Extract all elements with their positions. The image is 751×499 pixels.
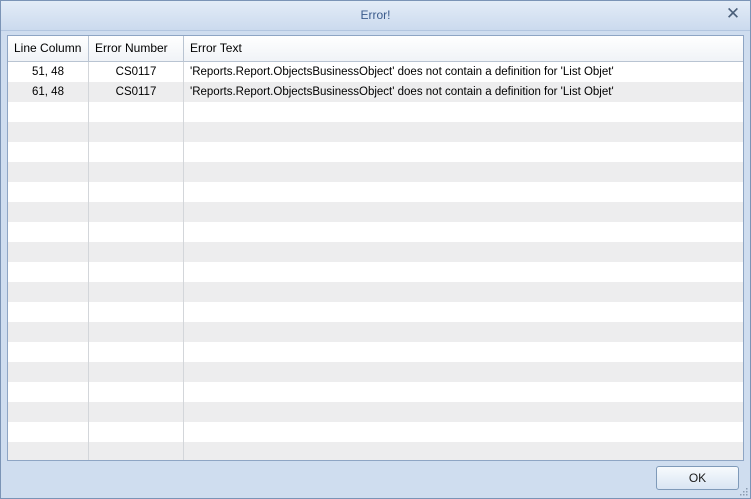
cell-error-text <box>184 262 743 282</box>
table-row[interactable] <box>8 162 743 182</box>
table-row[interactable] <box>8 362 743 382</box>
table-row[interactable] <box>8 242 743 262</box>
table-row[interactable]: 51, 48 CS0117 'Reports.Report.ObjectsBusin… <box>8 62 743 82</box>
cell-error-text <box>184 302 743 322</box>
table-row[interactable] <box>8 102 743 122</box>
cell-line-column <box>8 222 89 242</box>
cell-error-number <box>89 302 184 322</box>
table-row[interactable] <box>8 182 743 202</box>
cell-line-column <box>8 342 89 362</box>
cell-error-number <box>89 262 184 282</box>
cell-error-text: 'Reports.Report.ObjectsBusinessObject' d… <box>190 86 614 98</box>
cell-error-text <box>184 162 743 182</box>
cell-error-number: CS0117 <box>89 82 184 102</box>
column-header-error-text[interactable]: Error Text <box>184 36 743 61</box>
table-row[interactable] <box>8 222 743 242</box>
cell-error-number <box>89 162 184 182</box>
cell-error-text <box>184 382 743 402</box>
cell-error-number <box>89 342 184 362</box>
cell-line-column <box>8 122 89 142</box>
cell-line-column <box>8 282 89 302</box>
cell-error-number <box>89 382 184 402</box>
column-header-line-column[interactable]: Line Column <box>8 36 89 61</box>
cell-error-number <box>89 122 184 142</box>
cell-line-column <box>8 422 89 442</box>
cell-error-text <box>184 142 743 162</box>
cell-line-column <box>8 442 89 460</box>
cell-error-number <box>89 242 184 262</box>
cell-error-text: 'Reports.Report.ObjectsBusinessObject' d… <box>190 66 614 78</box>
error-dialog: Error! ✕ Line Column Error Number Error … <box>0 0 751 499</box>
cell-error-text <box>184 402 743 422</box>
table-row[interactable] <box>8 142 743 162</box>
cell-error-text <box>184 222 743 242</box>
cell-error-number <box>89 222 184 242</box>
cell-error-text <box>184 422 743 442</box>
cell-line-column <box>8 402 89 422</box>
cell-line-column: 61, 48 <box>8 82 89 102</box>
cell-error-number <box>89 282 184 302</box>
cell-error-number <box>89 202 184 222</box>
table-header: Line Column Error Number Error Text <box>8 36 743 62</box>
table-row[interactable] <box>8 442 743 460</box>
table-row[interactable]: 61, 48 CS0117 'Reports.Report.ObjectsBusin… <box>8 82 743 102</box>
error-table: Line Column Error Number Error Text 51, … <box>7 35 744 461</box>
resize-grip-icon[interactable] <box>738 486 748 496</box>
column-header-error-number[interactable]: Error Number <box>89 36 184 61</box>
cell-line-column <box>8 302 89 322</box>
table-row[interactable] <box>8 342 743 362</box>
table-row[interactable] <box>8 322 743 342</box>
cell-error-number <box>89 422 184 442</box>
cell-error-number <box>89 442 184 460</box>
cell-error-number <box>89 102 184 122</box>
cell-error-text <box>184 322 743 342</box>
cell-error-text <box>184 362 743 382</box>
cell-error-text <box>184 202 743 222</box>
table-row[interactable] <box>8 122 743 142</box>
table-row[interactable] <box>8 282 743 302</box>
cell-line-column <box>8 322 89 342</box>
table-row[interactable] <box>8 302 743 322</box>
table-row[interactable] <box>8 382 743 402</box>
cell-error-text <box>184 122 743 142</box>
dialog-title: Error! <box>360 8 391 22</box>
cell-error-text <box>184 442 743 460</box>
cell-line-column <box>8 162 89 182</box>
cell-line-column: 51, 48 <box>8 62 89 82</box>
cell-error-number <box>89 362 184 382</box>
close-icon[interactable]: ✕ <box>724 5 742 23</box>
cell-error-number: CS0117 <box>89 62 184 82</box>
cell-line-column <box>8 102 89 122</box>
cell-line-column <box>8 382 89 402</box>
cell-error-text <box>184 182 743 202</box>
cell-line-column <box>8 182 89 202</box>
ok-button[interactable]: OK <box>656 466 739 490</box>
title-bar[interactable]: Error! ✕ <box>1 1 750 31</box>
table-row[interactable] <box>8 262 743 282</box>
cell-error-text <box>184 242 743 262</box>
table-row[interactable] <box>8 402 743 422</box>
cell-error-number <box>89 322 184 342</box>
cell-error-text <box>184 282 743 302</box>
table-row[interactable] <box>8 422 743 442</box>
cell-error-number <box>89 182 184 202</box>
cell-line-column <box>8 142 89 162</box>
cell-line-column <box>8 202 89 222</box>
cell-line-column <box>8 362 89 382</box>
table-row[interactable] <box>8 202 743 222</box>
cell-line-column <box>8 242 89 262</box>
cell-error-number <box>89 402 184 422</box>
cell-error-text <box>184 342 743 362</box>
cell-error-text <box>184 102 743 122</box>
cell-line-column <box>8 262 89 282</box>
cell-error-number <box>89 142 184 162</box>
